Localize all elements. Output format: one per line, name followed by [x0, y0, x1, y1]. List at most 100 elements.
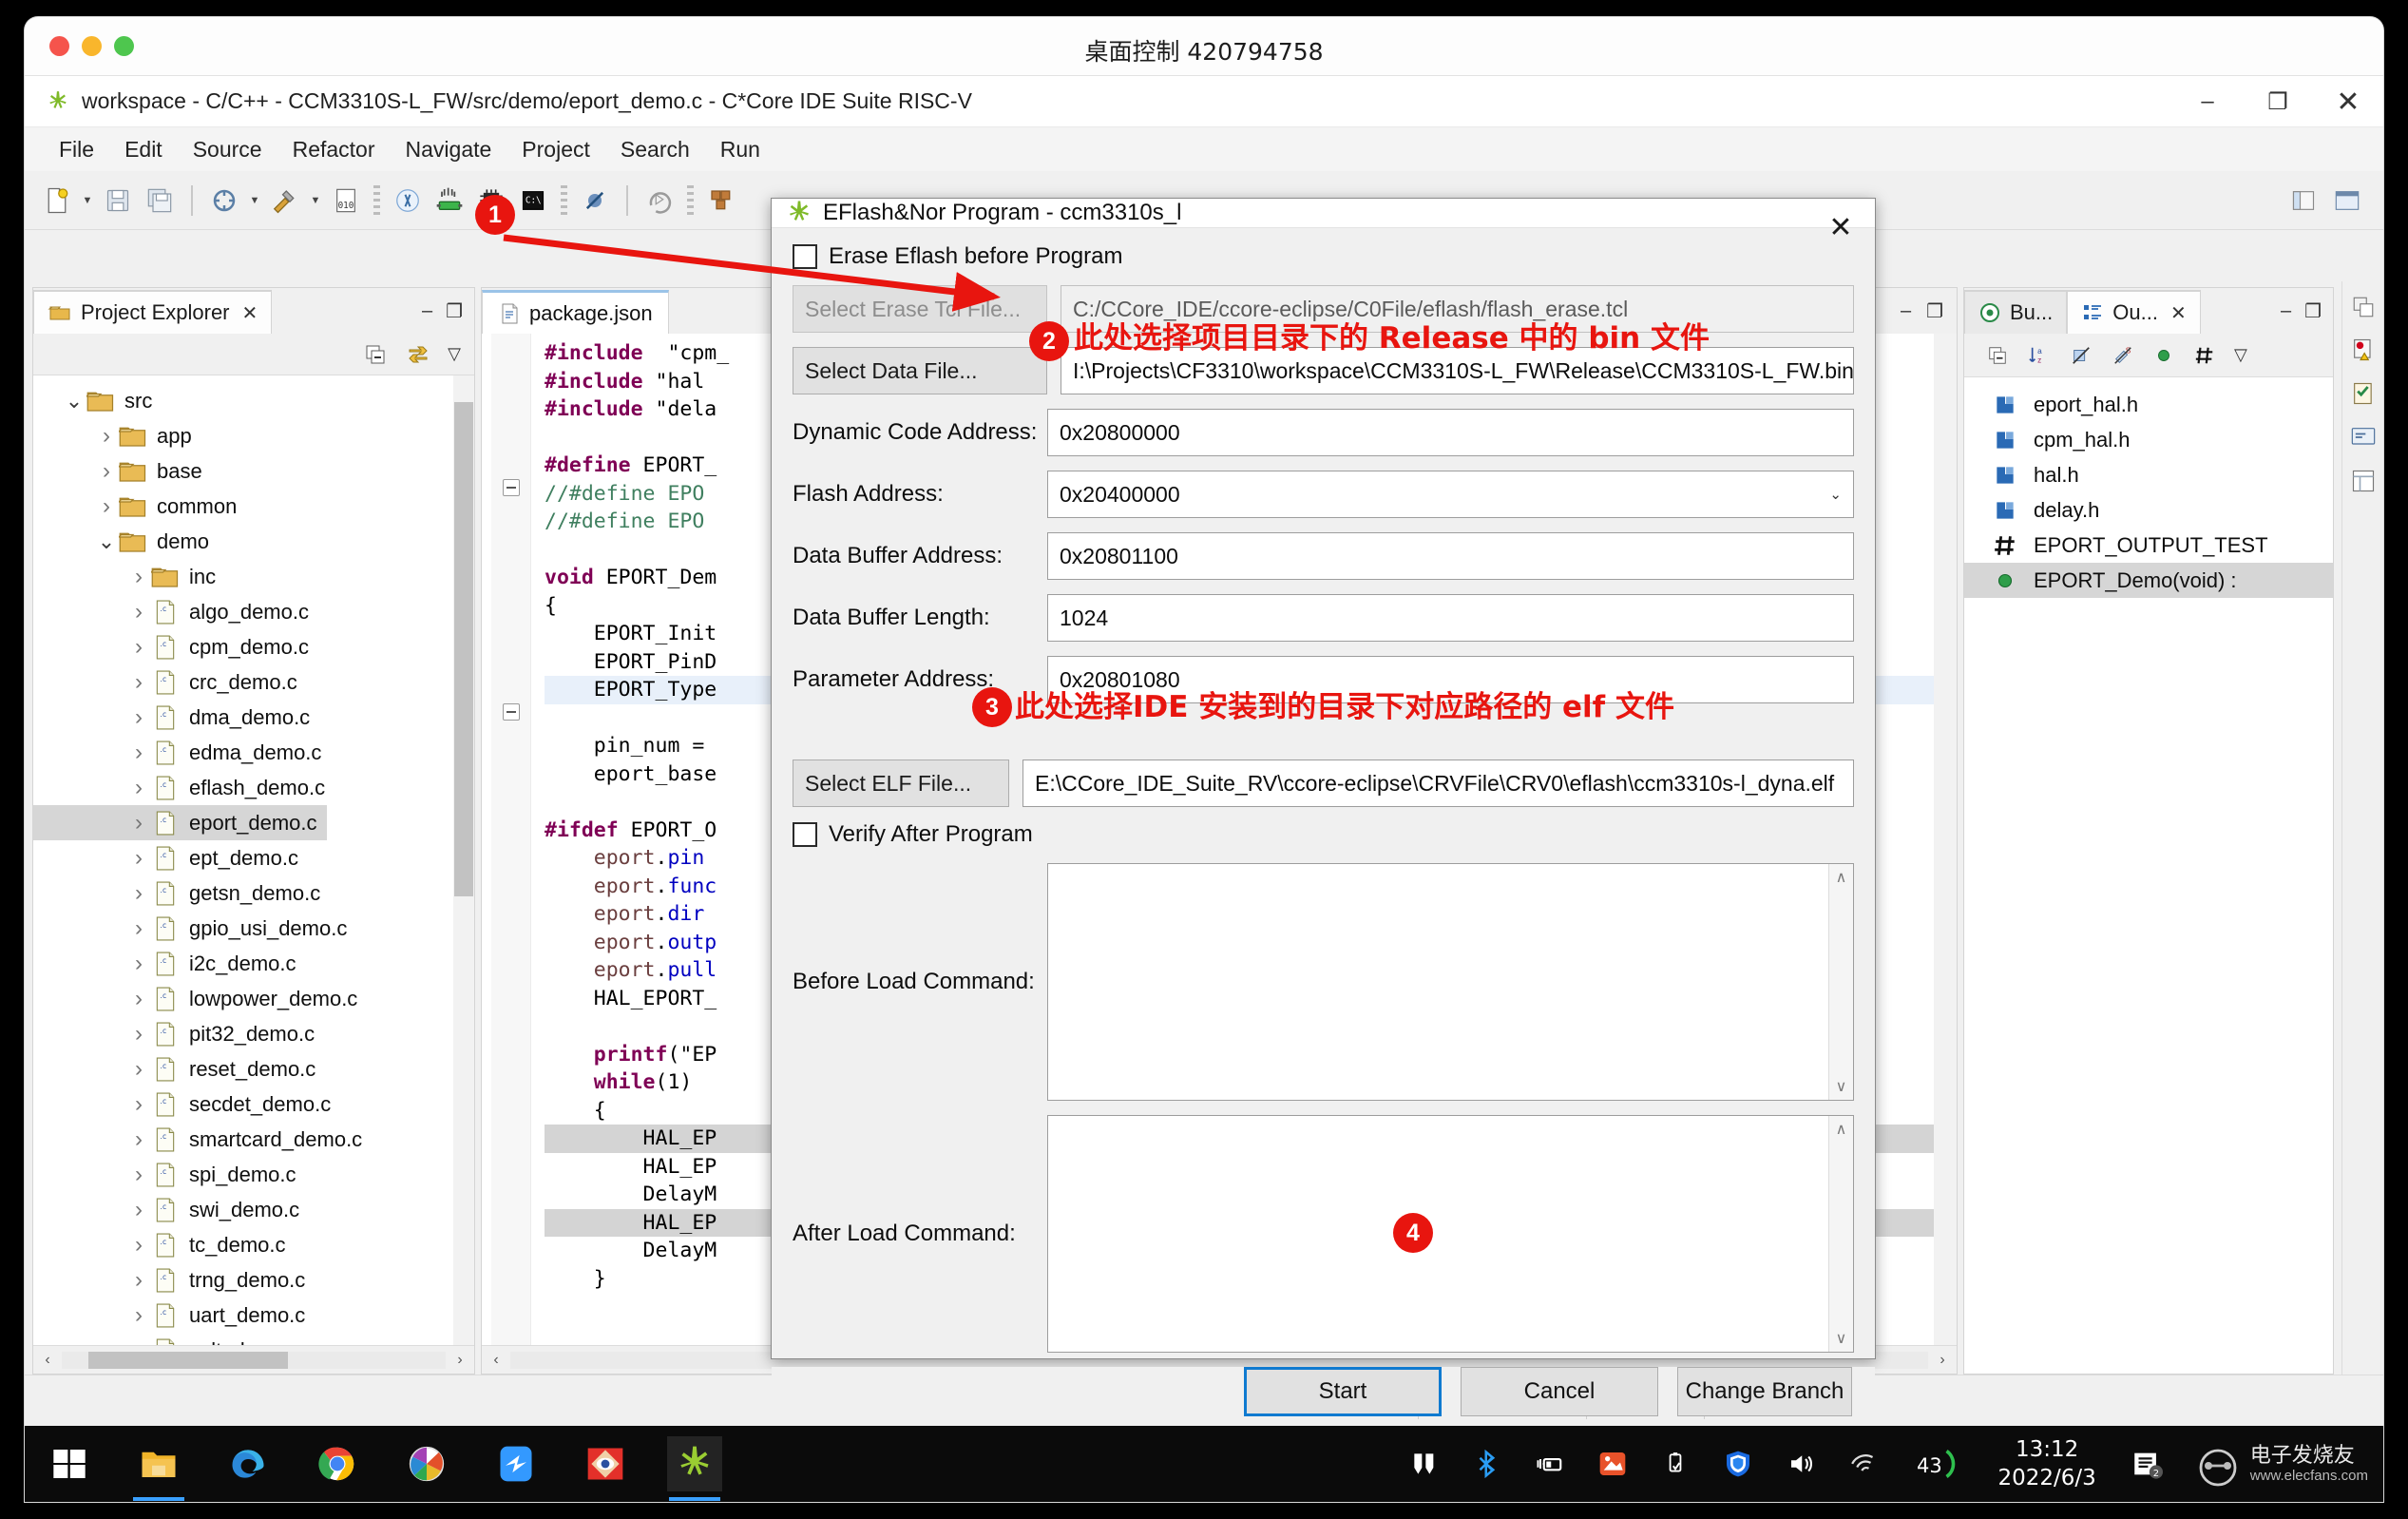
- select-erase-tcl-file-button[interactable]: Select Erase Tcl File...: [793, 285, 1047, 333]
- minimize-view-icon[interactable]: –: [422, 300, 432, 322]
- resume-icon[interactable]: [640, 182, 678, 220]
- skip-breakpoints-icon[interactable]: [576, 182, 614, 220]
- tree-item-smartcard_demo-c[interactable]: › .c smartcard_demo.c: [33, 1122, 474, 1157]
- tree-item-cpm_demo-c[interactable]: › .c cpm_demo.c: [33, 629, 474, 664]
- verify-after-program-row[interactable]: Verify After Program: [793, 821, 1854, 848]
- chevron-right-icon[interactable]: ›: [126, 740, 151, 766]
- outline-toolbar[interactable]: az S ▽: [1964, 334, 2333, 377]
- tree-item-lowpower_demo-c[interactable]: › .c lowpower_demo.c: [33, 981, 474, 1016]
- tree-item-trng_demo-c[interactable]: › .c trng_demo.c: [33, 1262, 474, 1298]
- cancel-button[interactable]: Cancel: [1461, 1367, 1658, 1416]
- tree-item-dma_demo-c[interactable]: › .c dma_demo.c: [33, 700, 474, 735]
- outline-item-hal-h[interactable]: hal.h: [1964, 457, 2333, 492]
- chevron-right-icon[interactable]: ›: [126, 1162, 151, 1188]
- properties-icon[interactable]: [2350, 468, 2377, 494]
- tree-item-wdt_demo-c[interactable]: › .c wdt_demo.c: [33, 1333, 474, 1345]
- problems-icon[interactable]: [2350, 336, 2377, 363]
- hscroll-thumb[interactable]: [88, 1351, 288, 1369]
- hammer-build-icon[interactable]: [266, 182, 304, 220]
- menu-search[interactable]: Search: [605, 133, 705, 166]
- chevron-right-icon[interactable]: ›: [126, 1337, 151, 1346]
- console-icon[interactable]: C:\: [514, 182, 552, 220]
- close-icon[interactable]: ✕: [2170, 301, 2187, 325]
- chevron-right-icon[interactable]: ›: [126, 599, 151, 625]
- chevron-right-icon[interactable]: ›: [126, 634, 151, 661]
- windows-taskbar[interactable]: 43 13:12 2022/6/3 2 电子发烧友 www.elecfans.c…: [25, 1426, 2383, 1502]
- chevron-right-icon[interactable]: ›: [126, 1232, 151, 1259]
- menu-project[interactable]: Project: [506, 133, 605, 166]
- before-load-scrollbar[interactable]: ∧ ∨: [1828, 864, 1853, 1100]
- tab-build-targets[interactable]: Bu...: [1964, 290, 2068, 334]
- picasa-icon[interactable]: [399, 1436, 454, 1491]
- close-icon[interactable]: ✕: [242, 301, 258, 325]
- hscroll-track[interactable]: [62, 1351, 446, 1369]
- erase-eflash-checkbox-row[interactable]: Erase Eflash before Program: [793, 243, 1854, 270]
- flash-address-combo[interactable]: 0x20400000 ⌄: [1047, 471, 1854, 518]
- menu-navigate[interactable]: Navigate: [391, 133, 507, 166]
- debug-perspective-icon[interactable]: [389, 182, 427, 220]
- scroll-up-icon[interactable]: ∧: [1836, 1120, 1847, 1139]
- menu-refactor[interactable]: Refactor: [277, 133, 391, 166]
- tree-item-app[interactable]: › app: [33, 418, 474, 453]
- data-buffer-length-input[interactable]: 1024: [1047, 594, 1854, 642]
- tree-vertical-scrollbar[interactable]: [453, 375, 474, 1345]
- menu-edit[interactable]: Edit: [109, 133, 178, 166]
- menu-bar[interactable]: File Edit Source Refactor Navigate Proje…: [25, 127, 2383, 171]
- new-file-icon[interactable]: [38, 182, 76, 220]
- after-load-command-textarea[interactable]: ∧ ∨: [1047, 1115, 1854, 1353]
- editor-vertical-scrollbar[interactable]: [1934, 334, 1957, 1345]
- usb-icon[interactable]: [1652, 1440, 1699, 1488]
- outline-list[interactable]: eport_hal.h cpm_hal.h hal.h delay.h EPORT_OU…: [1964, 377, 2333, 1374]
- build-dropdown-icon[interactable]: ▼: [247, 182, 262, 220]
- new-file-dropdown-icon[interactable]: ▼: [80, 182, 95, 220]
- restore-button[interactable]: ❐: [2243, 76, 2313, 127]
- sort-az-icon[interactable]: az: [2027, 345, 2052, 366]
- chevron-right-icon[interactable]: ›: [126, 1267, 151, 1294]
- wechat-icon[interactable]: [488, 1436, 544, 1491]
- ccore-ide-icon[interactable]: [667, 1436, 722, 1501]
- power-icon[interactable]: [1526, 1440, 1574, 1488]
- open-perspective-icon[interactable]: [2284, 182, 2322, 220]
- outline-item-cpm_hal-h[interactable]: cpm_hal.h: [1964, 422, 2333, 457]
- chevron-right-icon[interactable]: ›: [126, 1197, 151, 1223]
- outline-item-delay-h[interactable]: delay.h: [1964, 492, 2333, 528]
- outline-item-eport_output_test[interactable]: EPORT_OUTPUT_TEST: [1964, 528, 2333, 563]
- tree-item-swi_demo-c[interactable]: › .c swi_demo.c: [33, 1192, 474, 1227]
- tab-outline[interactable]: Ou... ✕: [2067, 290, 2201, 334]
- notification-icon[interactable]: 2: [2123, 1440, 2170, 1488]
- minimize-editor-icon[interactable]: –: [1901, 300, 1911, 322]
- chevron-right-icon[interactable]: ›: [94, 423, 119, 450]
- chevron-right-icon[interactable]: ›: [126, 810, 151, 836]
- toolbar-perspective-group[interactable]: [2284, 182, 2366, 220]
- verify-after-program-checkbox[interactable]: [793, 822, 817, 847]
- console-icon[interactable]: [2350, 424, 2377, 451]
- battery-icon[interactable]: 43: [1902, 1440, 1971, 1488]
- start-button[interactable]: Start: [1244, 1367, 1442, 1416]
- chevron-right-icon[interactable]: ›: [126, 880, 151, 907]
- flash-program-icon[interactable]: [430, 182, 468, 220]
- wifi-icon[interactable]: [1840, 1440, 1887, 1488]
- hide-fields-icon[interactable]: [2069, 345, 2093, 366]
- after-load-scrollbar[interactable]: ∧ ∨: [1828, 1116, 1853, 1352]
- taskbar-clock[interactable]: 13:12 2022/6/3: [1997, 1435, 2095, 1492]
- erase-eflash-checkbox[interactable]: [793, 244, 817, 269]
- tree-item-algo_demo-c[interactable]: › .c algo_demo.c: [33, 594, 474, 629]
- editor-view-controls[interactable]: – ❐: [1901, 288, 1957, 334]
- eye-app-icon[interactable]: [578, 1436, 633, 1491]
- scroll-up-icon[interactable]: ∧: [1836, 868, 1847, 887]
- system-tray[interactable]: 43 13:12 2022/6/3 2 电子发烧友 www.elecfans.c…: [1393, 1435, 2383, 1492]
- chevron-right-icon[interactable]: ›: [126, 986, 151, 1012]
- tree-item-i2c_demo-c[interactable]: › .c i2c_demo.c: [33, 946, 474, 981]
- windows-start-icon[interactable]: [42, 1436, 97, 1491]
- maximize-editor-icon[interactable]: ❐: [1926, 299, 1943, 323]
- maximize-view-icon[interactable]: ❐: [446, 299, 463, 323]
- link-with-editor-icon[interactable]: [404, 343, 432, 366]
- chevron-right-icon[interactable]: ›: [126, 564, 151, 590]
- scroll-left-icon[interactable]: ‹: [482, 1352, 510, 1369]
- outline-item-eport_hal-h[interactable]: eport_hal.h: [1964, 387, 2333, 422]
- scroll-down-icon[interactable]: ∨: [1836, 1329, 1847, 1348]
- hide-macros-icon[interactable]: [2192, 345, 2217, 366]
- toolbar-grip[interactable]: [373, 184, 380, 216]
- project-explorer-view-controls[interactable]: – ❐: [422, 288, 474, 334]
- chrome-browser-icon[interactable]: [310, 1436, 365, 1491]
